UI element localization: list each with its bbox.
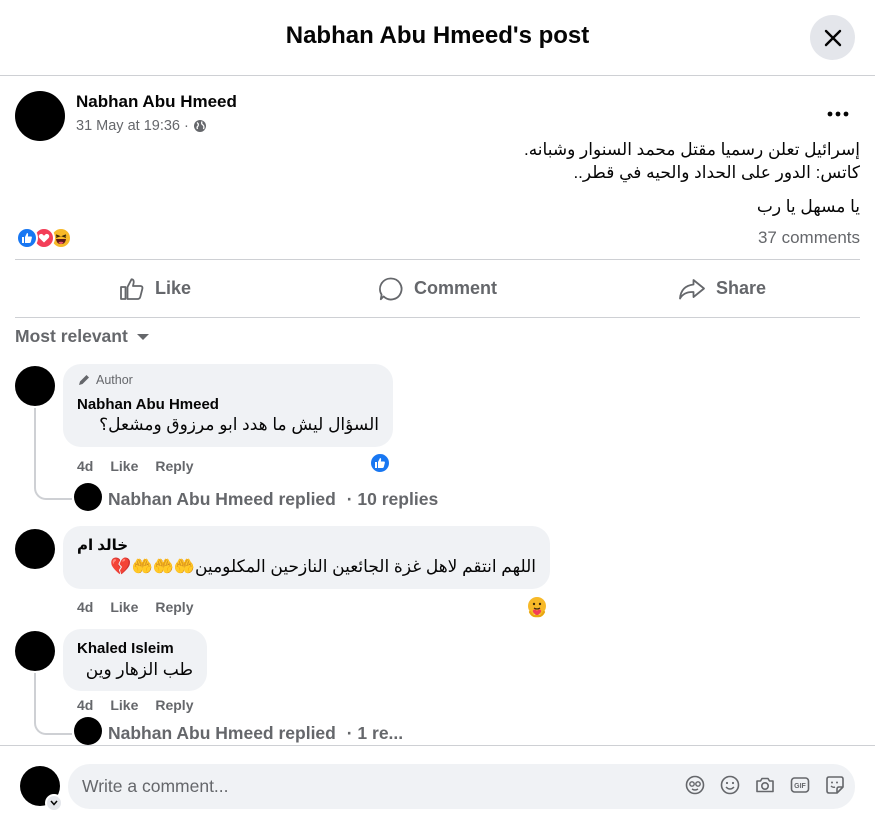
comment-reply-button[interactable]: Reply: [155, 458, 193, 474]
meta-separator: ·: [184, 118, 189, 134]
share-arrow-icon: [679, 278, 705, 299]
post-action-bar: Like Comment Share: [15, 259, 860, 318]
caret-down-icon: [136, 333, 149, 340]
comment-bubble: Author Nabhan Abu Hmeed السؤال ليش ما هد…: [63, 364, 393, 447]
avatar-sticker-icon[interactable]: [685, 775, 705, 795]
like-button[interactable]: Like: [119, 260, 191, 317]
share-label: Share: [716, 278, 767, 298]
comment-label: Comment: [414, 278, 498, 298]
post-timestamp[interactable]: 31 May at 19:36: [76, 118, 180, 134]
comment-button[interactable]: Comment: [378, 260, 497, 317]
thread-connector: [34, 460, 72, 500]
comment-actions: 4d Like Reply: [77, 697, 193, 713]
comment-time[interactable]: 4d: [77, 599, 93, 615]
comment-time[interactable]: 4d: [77, 458, 93, 474]
emoji-icon[interactable]: [720, 775, 740, 795]
like-label: Like: [155, 278, 192, 298]
like-icon[interactable]: [369, 452, 391, 474]
thumbs-up-icon: [120, 277, 144, 300]
comment-reply-button[interactable]: Reply: [155, 599, 193, 615]
comments-count[interactable]: 37 comments: [758, 228, 860, 248]
chevron-down-icon: [50, 800, 58, 806]
replies-count: · 1 re...: [346, 723, 404, 743]
comment-like-button[interactable]: Like: [110, 599, 138, 615]
commenter-avatar[interactable]: [15, 529, 55, 569]
more-dots-icon: [827, 111, 849, 117]
close-icon: [824, 29, 841, 46]
replies-count: · 10 replies: [346, 489, 439, 509]
like-icon: [16, 227, 38, 249]
comment-reply-button[interactable]: Reply: [155, 697, 193, 713]
pen-icon: [79, 375, 89, 385]
account-switch-button[interactable]: [45, 794, 63, 812]
thread-connector: [34, 695, 72, 735]
dialog-title: Nabhan Abu Hmeed's post: [285, 22, 590, 49]
comment-bubble: خالد ام اللهم انتقم لاهل غزة الجائعين ال…: [63, 526, 550, 589]
share-button[interactable]: Share: [678, 260, 766, 317]
view-replies-link[interactable]: Nabhan Abu Hmeed replied · 1 re...: [108, 723, 403, 744]
comment-actions: 4d Like Reply: [77, 458, 193, 474]
thread-line: [34, 408, 36, 462]
close-button[interactable]: [810, 15, 855, 60]
comment-author-name[interactable]: Nabhan Abu Hmeed: [77, 396, 219, 413]
post-more-options-button[interactable]: [820, 100, 856, 128]
replier-avatar[interactable]: [74, 483, 102, 511]
svg-text:GIF: GIF: [794, 783, 806, 790]
gif-icon[interactable]: GIF: [790, 775, 810, 795]
comment-like-button[interactable]: Like: [110, 697, 138, 713]
commenter-avatar[interactable]: [15, 631, 55, 671]
comment-composer: Write a comment... GIF: [0, 745, 875, 832]
thread-line: [34, 673, 36, 697]
author-badge-label: Author: [96, 373, 133, 387]
comment-text: السؤال ليش ما هدد ابو مرزوق ومشعل؟: [99, 415, 379, 434]
post-text-line: يا مسهل يا رب: [756, 197, 860, 216]
comment-text: اللهم انتقم لاهل غزة الجائعين النازحين ا…: [110, 557, 536, 576]
sticker-icon[interactable]: [825, 775, 845, 795]
speech-bubble-icon: [379, 277, 403, 300]
comment-author-name[interactable]: Khaled Isleim: [77, 640, 174, 657]
replier-avatar[interactable]: [74, 717, 102, 745]
comment-author-name[interactable]: خالد ام: [77, 536, 128, 554]
replied-label: Nabhan Abu Hmeed replied: [108, 489, 336, 509]
author-badge: Author: [77, 373, 133, 387]
globe-icon: [193, 120, 206, 132]
comment-like-button[interactable]: Like: [110, 458, 138, 474]
commenter-avatar[interactable]: [15, 366, 55, 406]
post-reactions[interactable]: [16, 227, 72, 251]
comment-bubble: Khaled Isleim طب الزهار وين: [63, 629, 207, 691]
comment-text: طب الزهار وين: [85, 660, 193, 679]
view-replies-link[interactable]: Nabhan Abu Hmeed replied · 10 replies: [108, 489, 438, 510]
post-text-line: كاتس: الدور على الحداد والحيه في قطر..: [573, 163, 860, 182]
comment-sort-dropdown[interactable]: Most relevant: [15, 326, 150, 347]
comment-time[interactable]: 4d: [77, 697, 93, 713]
post-author-avatar[interactable]: [15, 91, 65, 141]
care-icon[interactable]: [525, 595, 549, 619]
comment-actions: 4d Like Reply: [77, 599, 193, 615]
comment-input-placeholder: Write a comment...: [82, 776, 229, 796]
replied-label: Nabhan Abu Hmeed replied: [108, 723, 336, 743]
dialog-header: Nabhan Abu Hmeed's post: [0, 0, 875, 76]
camera-icon[interactable]: [755, 775, 775, 795]
post-author-name[interactable]: Nabhan Abu Hmeed: [76, 92, 237, 112]
composer-tools: GIF: [685, 775, 845, 795]
comment-input[interactable]: Write a comment... GIF: [68, 764, 855, 809]
post-text-line: إسرائيل تعلن رسميا مقتل محمد السنوار وشب…: [523, 140, 860, 159]
post-meta: 31 May at 19:36 ·: [76, 118, 207, 134]
post-body: إسرائيل تعلن رسميا مقتل محمد السنوار وشب…: [160, 138, 860, 184]
sort-label: Most relevant: [15, 326, 128, 346]
